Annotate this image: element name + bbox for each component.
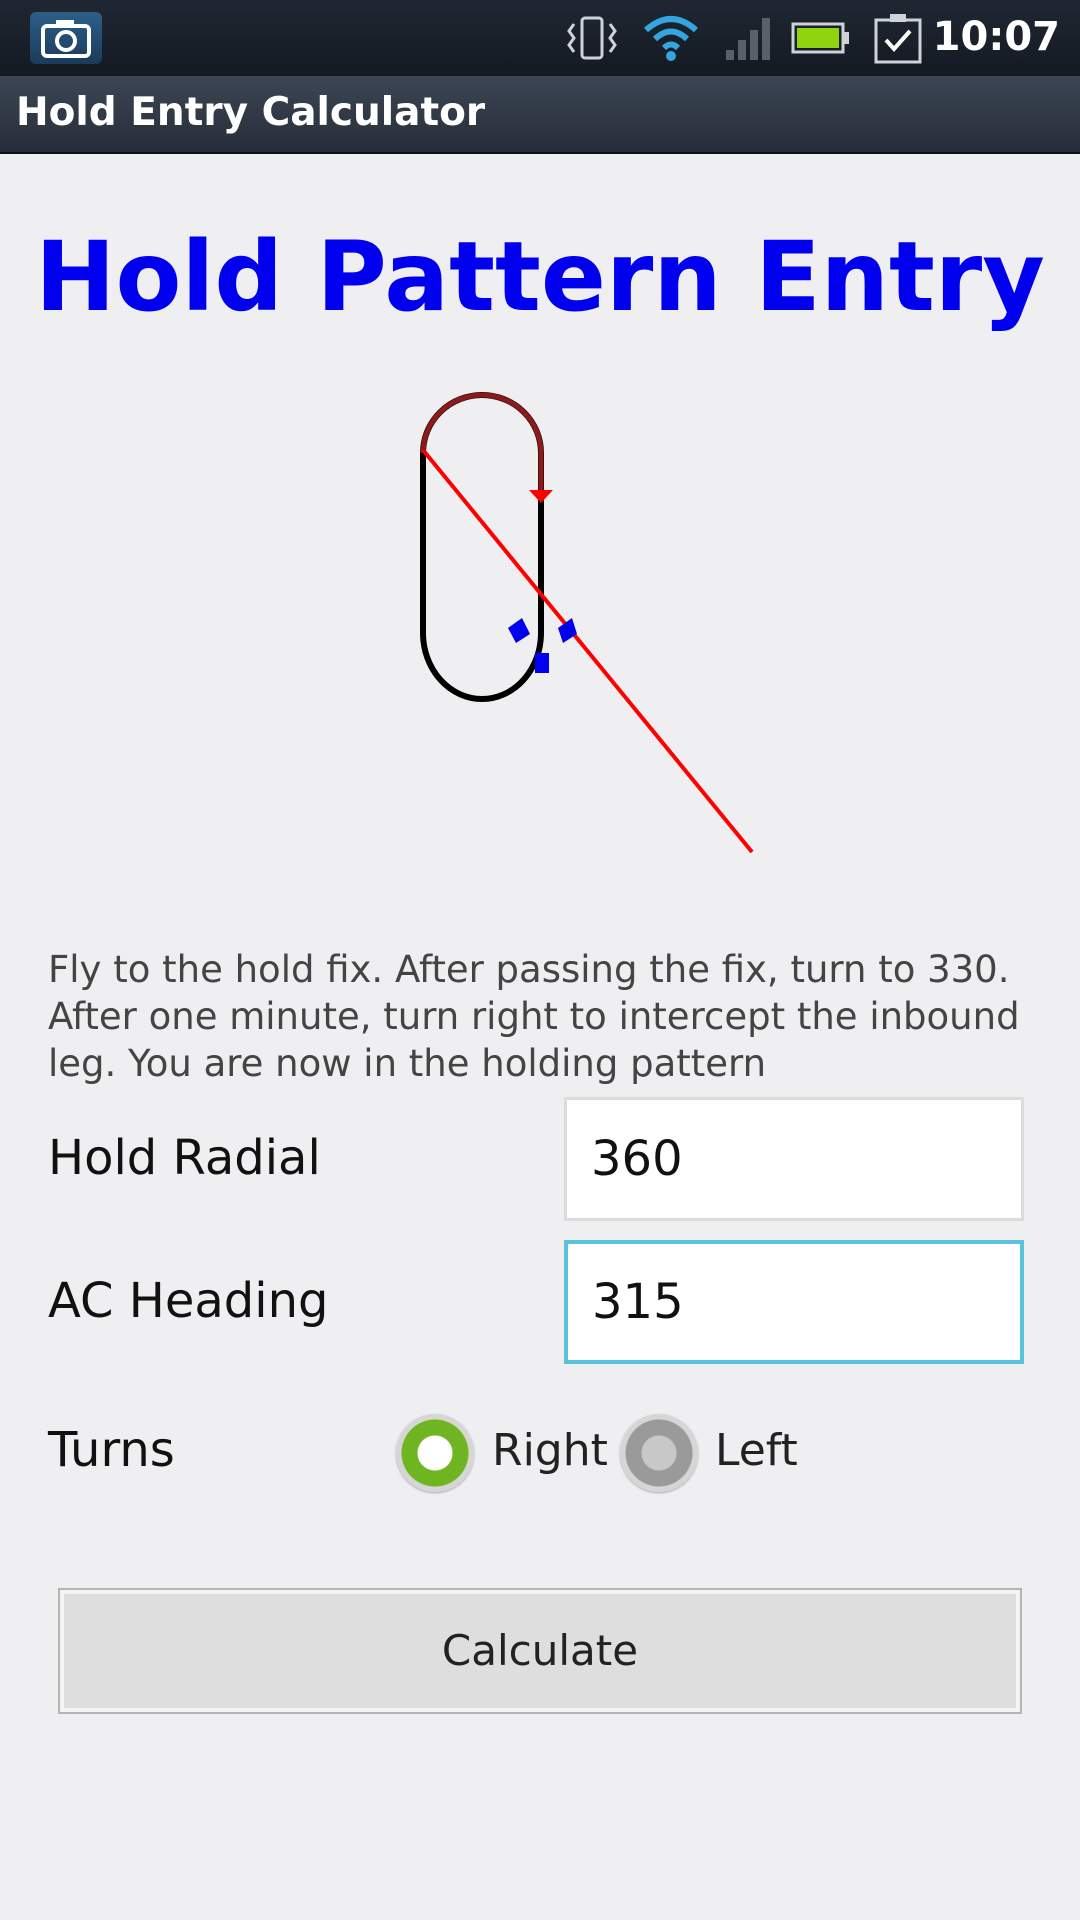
holding-pattern-oval	[420, 392, 544, 702]
task-check-icon	[874, 14, 922, 64]
vibrate-icon	[567, 16, 617, 60]
status-bar: 10:07	[0, 0, 1080, 76]
entry-instructions: Fly to the hold fix. After passing the f…	[48, 948, 1020, 1085]
page-title: Hold Pattern Entry	[35, 221, 1045, 333]
turn-left-label[interactable]: Left	[715, 1425, 798, 1476]
turn-left-radio[interactable]	[620, 1414, 698, 1492]
ac-heading-label: AC Heading	[48, 1273, 329, 1329]
ac-heading-input[interactable]	[564, 1240, 1024, 1364]
turn-right-label[interactable]: Right	[492, 1425, 608, 1476]
battery-icon	[791, 22, 849, 54]
turns-label: Turns	[48, 1422, 175, 1478]
signal-icon	[726, 18, 770, 60]
app-title: Hold Entry Calculator	[16, 90, 486, 135]
app-bar: Hold Entry Calculator	[0, 76, 1080, 154]
clock: 10:07	[932, 14, 1060, 60]
hold-radial-label: Hold Radial	[48, 1130, 321, 1186]
entry-path-line	[421, 448, 754, 854]
inbound-arrow-icon	[529, 490, 553, 503]
hold-radial-input[interactable]	[564, 1097, 1024, 1221]
wifi-icon	[644, 16, 698, 61]
entry-turn-arc	[420, 392, 544, 492]
turn-right-radio[interactable]	[396, 1414, 474, 1492]
calculate-button[interactable]: Calculate	[58, 1588, 1022, 1714]
camera-icon	[30, 12, 102, 64]
hold-pattern-diagram	[420, 392, 754, 854]
